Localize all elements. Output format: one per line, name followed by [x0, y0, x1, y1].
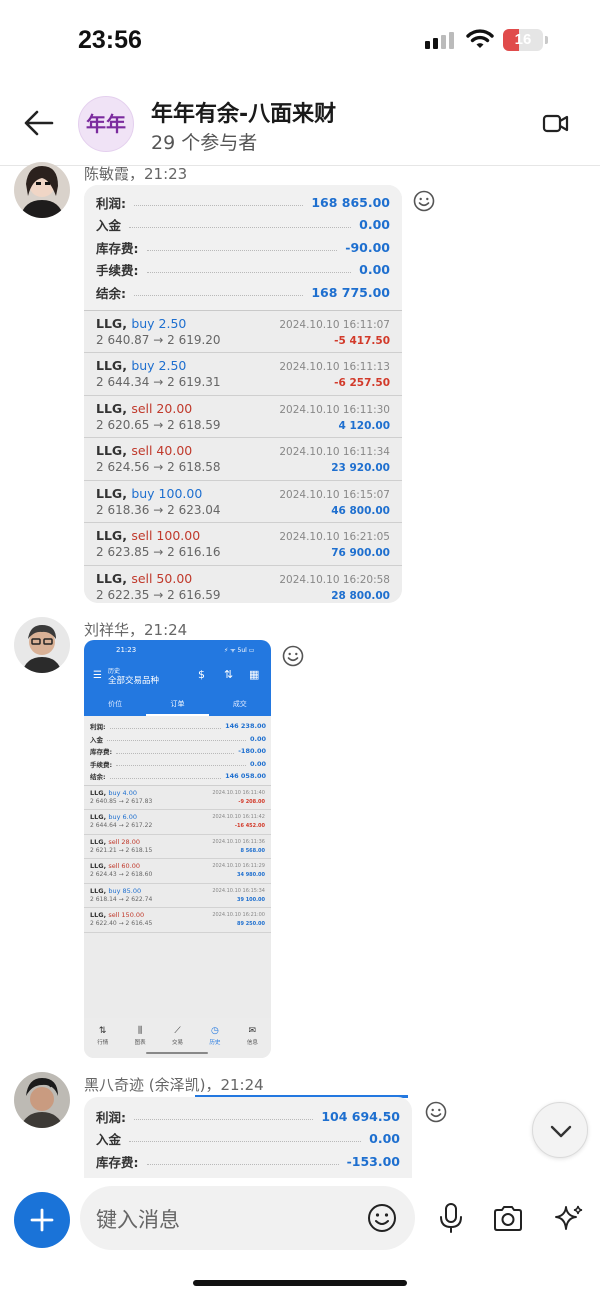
trade-row: LLG, sell 28.00 2 621.21 → 2 618.15 2024… — [84, 835, 271, 859]
emoji-icon[interactable] — [366, 1202, 398, 1234]
trade-report-image[interactable]: 利润: 104 694.50 入金 0.00 库存费: -153.00 — [84, 1097, 412, 1178]
trade-row: LLG, sell 40.00 2 624.56 → 2 618.58 2024… — [84, 438, 402, 481]
sender-name: 刘祥华，21:24 — [84, 621, 188, 639]
back-arrow-icon[interactable] — [22, 106, 56, 140]
trade-row: LLG, buy 85.00 2 618.14 → 2 622.74 2024.… — [84, 884, 271, 908]
message-placeholder: 键入消息 — [96, 1208, 180, 1232]
microphone-icon[interactable] — [438, 1202, 464, 1234]
chevron-down-icon — [550, 1125, 572, 1138]
status-bar: 23:56 16 — [0, 0, 600, 80]
group-avatar[interactable]: 年年 — [78, 96, 134, 152]
home-indicator — [193, 1280, 407, 1286]
trade-report-image[interactable]: 利润: 168 865.00 入金 0.00 库存费: -90.00 手续费: 0.00… — [84, 185, 402, 603]
trade-row: LLG, buy 2.50 2 644.34 → 2 619.31 2024.1… — [84, 353, 402, 396]
trade-row: LLG, buy 100.00 2 618.36 → 2 623.04 2024… — [84, 480, 402, 523]
scroll-to-bottom-button[interactable] — [532, 1102, 588, 1158]
menu-icon: ☰ — [93, 670, 102, 681]
battery-level: 16 — [514, 31, 532, 48]
trade-row: LLG, sell 50.00 2 622.35 → 2 616.59 2024… — [84, 565, 402, 603]
participant-count[interactable]: 29 个参与者 — [151, 128, 257, 155]
cellular-signal-icon — [425, 32, 454, 49]
trade-row: LLG, buy 6.00 2 644.64 → 2 617.22 2024.1… — [84, 810, 271, 835]
plus-icon — [30, 1208, 54, 1232]
trade-row: LLG, sell 100.00 2 623.85 → 2 616.16 202… — [84, 523, 402, 566]
avatar[interactable] — [14, 1072, 70, 1128]
add-button[interactable] — [14, 1192, 70, 1248]
sparkle-icon[interactable] — [553, 1202, 585, 1234]
chat-title[interactable]: 年年有余-八面来财 — [151, 96, 336, 128]
account-summary: 利润: 146 238.00 入金 0.00 库存费: -180.00 手续费: 0.0… — [84, 716, 271, 786]
trade-row: LLG, sell 60.00 2 624.43 → 2 618.60 2024… — [84, 859, 271, 884]
trade-row: LLG, sell 150.00 2 622.40 → 2 616.45 202… — [84, 908, 271, 933]
battery-icon: 16 — [503, 29, 543, 51]
sender-name: 黑八奇迹 (余泽凯)，21:24 — [84, 1076, 264, 1094]
avatar[interactable] — [14, 162, 70, 218]
trade-row: LLG, buy 2.50 2 640.87 → 2 619.20 2024.1… — [84, 310, 402, 353]
trade-screenshot-image[interactable]: 21:23 ⚡ ᯤ 5ul ▭ ☰ 历史 全部交易品种 $ ⇅ ▦ 价位 订单 … — [84, 640, 271, 1058]
wifi-icon — [466, 29, 494, 48]
nav-quotes: ⇅ 行情 — [97, 1026, 109, 1046]
account-summary: 利润: 168 865.00 入金 0.00 库存费: -90.00 手续费: 0.00… — [84, 185, 402, 311]
video-call-icon[interactable] — [540, 108, 570, 138]
nav-messages: ✉ 信息 — [246, 1026, 258, 1046]
add-reaction-icon[interactable] — [281, 644, 305, 668]
app-header: 21:23 ⚡ ᯤ 5ul ▭ ☰ 历史 全部交易品种 $ ⇅ ▦ 价位 订单 … — [84, 640, 271, 716]
mini-tabs: 价位 订单 成交 — [84, 694, 271, 716]
trade-row: LLG, sell 20.00 2 620.65 → 2 618.59 2024… — [84, 395, 402, 438]
chat-header: 年年 年年有余-八面来财 29 个参与者 — [0, 84, 600, 166]
account-summary: 利润: 104 694.50 入金 0.00 库存费: -153.00 — [84, 1097, 412, 1178]
add-reaction-icon[interactable] — [424, 1100, 448, 1124]
avatar[interactable] — [14, 617, 70, 673]
status-time: 23:56 — [78, 26, 142, 54]
camera-icon[interactable] — [492, 1204, 524, 1232]
trade-row: LLG, buy 4.00 2 640.85 → 2 617.83 2024.1… — [84, 786, 271, 810]
currency-sort-icon: $ — [198, 668, 205, 681]
sort-icon: ⇅ — [224, 668, 234, 681]
add-reaction-icon[interactable] — [412, 189, 436, 213]
sender-name: 陈敏霞，21:23 — [84, 165, 188, 183]
calendar-icon: ▦ — [249, 668, 260, 681]
